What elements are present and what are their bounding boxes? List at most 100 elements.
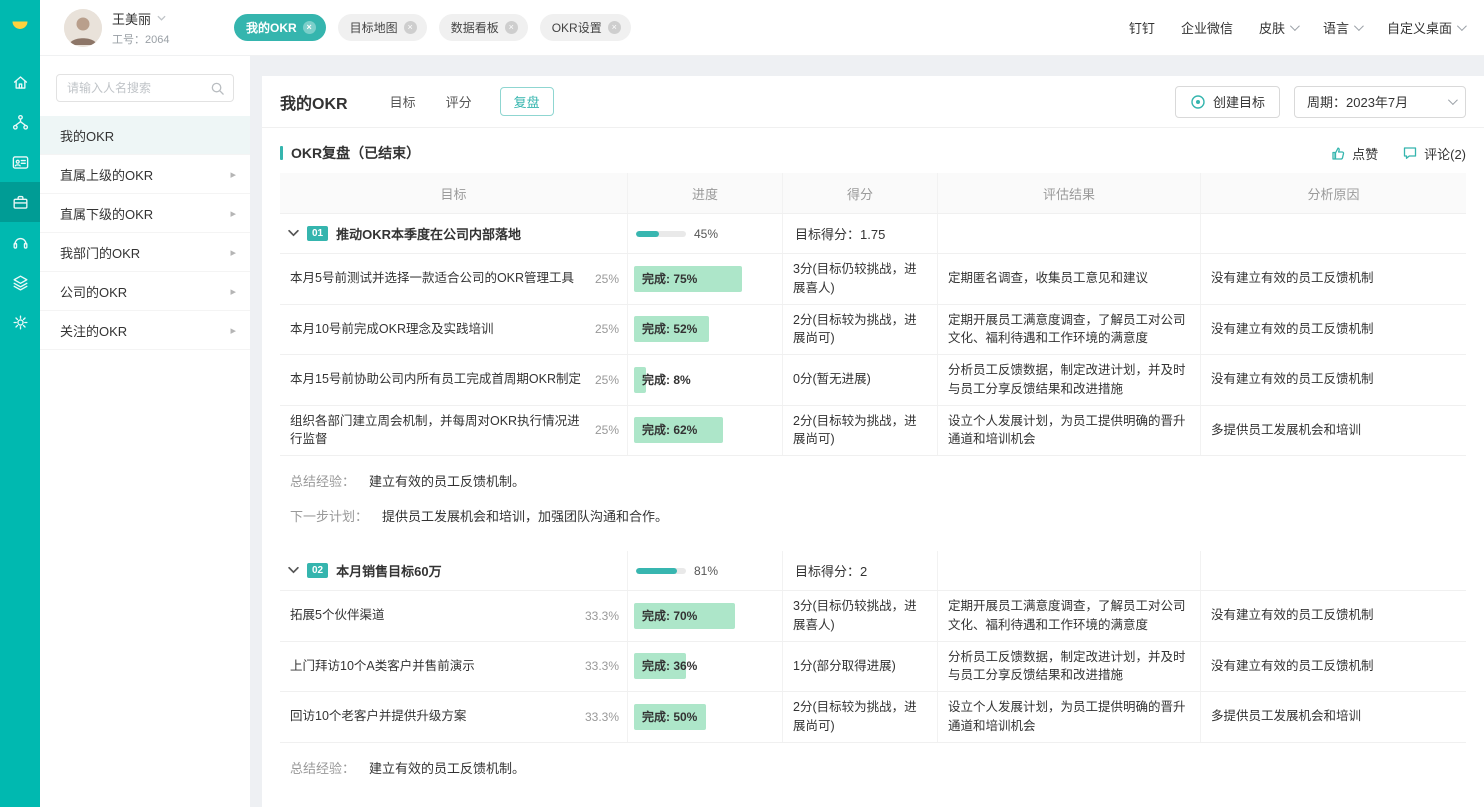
tab-review[interactable]: 复盘 (500, 87, 554, 116)
briefcase-icon[interactable] (0, 182, 40, 222)
kr-objective: 本月10号前完成OKR理念及实践培训 (290, 320, 504, 339)
kr-reason: 没有建立有效的员工反馈机制 (1201, 355, 1466, 405)
kr-progress-bar: 完成: 75% (634, 266, 778, 292)
search-input[interactable] (67, 81, 210, 95)
view-tabs: 目标 评分 复盘 (388, 87, 554, 116)
search-icon[interactable] (210, 81, 225, 96)
menu-wecom[interactable]: 企业微信 (1181, 18, 1233, 37)
kr-weight: 25% (595, 373, 619, 387)
tab-label: 目标地图 (350, 19, 398, 36)
tab-goal-map[interactable]: 目标地图 × (338, 14, 427, 41)
col-header-score: 得分 (783, 173, 938, 213)
close-icon[interactable]: × (303, 21, 316, 34)
kr-progress-label: 完成: 50% (634, 704, 778, 730)
org-chart-icon[interactable] (0, 102, 40, 142)
kr-objective: 组织各部门建立周会机制，并每周对OKR执行情况进行监督 (290, 412, 595, 450)
sidebar-item-manager-okr[interactable]: 直属上级的OKR▸ (40, 155, 250, 194)
sidebar-item-company-okr[interactable]: 公司的OKR▸ (40, 272, 250, 311)
okr-review-table: 目标 进度 得分 评估结果 分析原因 01 推动OKR本季度在公司内部落地 45… (280, 173, 1466, 787)
kr-row: 本月5号前测试并选择一款适合公司的OKR管理工具 25% 完成: 75% 3分(… (280, 254, 1466, 305)
headset-icon[interactable] (0, 222, 40, 262)
group-title: 本月销售目标60万 (336, 561, 441, 580)
page-title: 我的OKR (280, 90, 348, 114)
menu-label: 自定义桌面 (1387, 18, 1452, 37)
id-card-icon[interactable] (0, 142, 40, 182)
next-plan-value: 提供员工发展机会和培训，加强团队沟通和合作。 (382, 506, 668, 525)
create-goal-label: 创建目标 (1213, 92, 1265, 111)
group-title: 推动OKR本季度在公司内部落地 (336, 224, 521, 243)
sidebar-item-label: 直属下级的OKR (60, 204, 153, 223)
col-header-objective: 目标 (280, 173, 628, 213)
comment-button[interactable]: 评论(2) (1402, 144, 1466, 163)
kr-progress-label: 完成: 36% (634, 653, 778, 679)
sidebar-item-subordinate-okr[interactable]: 直属下级的OKR▸ (40, 194, 250, 233)
kr-score: 2分(目标较为挑战，进展尚可) (783, 692, 938, 742)
kr-score: 3分(目标仍较挑战，进展喜人) (783, 254, 938, 304)
kr-progress-bar: 完成: 50% (634, 704, 778, 730)
kr-objective: 上门拜访10个A类客户并售前演示 (290, 657, 485, 676)
kr-progress-bar: 完成: 70% (634, 603, 778, 629)
kr-weight: 25% (595, 423, 619, 437)
kr-progress-bar: 完成: 62% (634, 417, 778, 443)
menu-label: 钉钉 (1129, 18, 1155, 37)
chevron-down-icon[interactable] (288, 228, 299, 239)
close-icon[interactable]: × (608, 21, 621, 34)
tab-objectives[interactable]: 目标 (388, 87, 418, 116)
kr-row: 拓展5个伙伴渠道 33.3% 完成: 70% 3分(目标仍较挑战，进展喜人) 定… (280, 591, 1466, 642)
kr-progress-label: 完成: 62% (634, 417, 778, 443)
create-goal-button[interactable]: 创建目标 (1175, 86, 1280, 118)
menu-skin[interactable]: 皮肤 (1259, 18, 1297, 37)
okr-group: 01 推动OKR本季度在公司内部落地 45% 目标得分：1.75 本月5号前测试… (280, 214, 1466, 525)
period-select[interactable]: 周期：2023年7月 (1294, 86, 1466, 118)
close-icon[interactable]: × (404, 21, 417, 34)
chevron-right-icon: ▸ (230, 285, 236, 298)
kr-weight: 33.3% (585, 609, 619, 623)
section-accent-bar (280, 146, 283, 160)
sidebar-item-my-okr[interactable]: 我的OKR (40, 116, 250, 155)
tab-label: 数据看板 (451, 19, 499, 36)
sidebar-item-department-okr[interactable]: 我部门的OKR▸ (40, 233, 250, 272)
sidebar-item-label: 关注的OKR (60, 321, 127, 340)
tab-label: OKR设置 (552, 19, 602, 36)
empty-cell (938, 214, 1201, 253)
menu-dingtalk[interactable]: 钉钉 (1129, 18, 1155, 37)
app-logo-icon[interactable] (0, 0, 40, 48)
col-header-progress: 进度 (628, 173, 783, 213)
chevron-down-icon (1290, 21, 1300, 31)
kr-row: 回访10个老客户并提供升级方案 33.3% 完成: 50% 2分(目标较为挑战，… (280, 692, 1466, 743)
group-header-row: 02 本月销售目标60万 81% 目标得分：2 (280, 551, 1466, 591)
gear-icon[interactable] (0, 302, 40, 342)
col-header-evaluation: 评估结果 (938, 173, 1201, 213)
tab-scoring[interactable]: 评分 (444, 87, 474, 116)
user-name-dropdown[interactable]: 王美丽 (112, 9, 216, 28)
tab-my-okr[interactable]: 我的OKR × (234, 14, 326, 41)
main-card: 我的OKR 目标 评分 复盘 创建目标 周期：2023年7月 (262, 76, 1484, 807)
sidebar-item-followed-okr[interactable]: 关注的OKR▸ (40, 311, 250, 350)
summary-value: 建立有效的员工反馈机制。 (369, 758, 525, 777)
tab-okr-settings[interactable]: OKR设置 × (540, 14, 631, 41)
kr-score: 2分(目标较为挑战，进展尚可) (783, 406, 938, 456)
okr-nav-panel: 我的OKR 直属上级的OKR▸ 直属下级的OKR▸ 我部门的OKR▸ 公司的OK… (40, 56, 250, 807)
kr-progress-label: 完成: 75% (634, 266, 778, 292)
menu-custom-desktop[interactable]: 自定义桌面 (1387, 18, 1464, 37)
group-progress-bar (636, 568, 686, 574)
create-target-icon (1190, 94, 1206, 110)
group-score: 目标得分：1.75 (783, 214, 938, 253)
kr-objective: 本月15号前协助公司内所有员工完成首周期OKR制定 (290, 370, 591, 389)
kr-evaluation: 定期开展员工满意度调查，了解员工对公司文化、福利待遇和工作环境的满意度 (938, 305, 1201, 355)
topbar: 王美丽 工号：2064 我的OKR × 目标地图 × 数据看板 × OKR设置 … (40, 0, 1484, 56)
kr-reason: 没有建立有效的员工反馈机制 (1201, 591, 1466, 641)
people-search (56, 74, 234, 102)
menu-language[interactable]: 语言 (1323, 18, 1361, 37)
summary-row: 总结经验： 建立有效的员工反馈机制。 (280, 456, 1466, 490)
chevron-down-icon[interactable] (288, 565, 299, 576)
close-icon[interactable]: × (505, 21, 518, 34)
main-header: 我的OKR 目标 评分 复盘 创建目标 周期：2023年7月 (262, 76, 1484, 128)
home-icon[interactable] (0, 62, 40, 102)
user-name: 王美丽 (112, 9, 151, 28)
tab-data-dashboard[interactable]: 数据看板 × (439, 14, 528, 41)
like-button[interactable]: 点赞 (1330, 144, 1378, 163)
group-progress-bar (636, 231, 686, 237)
kr-progress-bar: 完成: 8% (634, 367, 778, 393)
layers-icon[interactable] (0, 262, 40, 302)
